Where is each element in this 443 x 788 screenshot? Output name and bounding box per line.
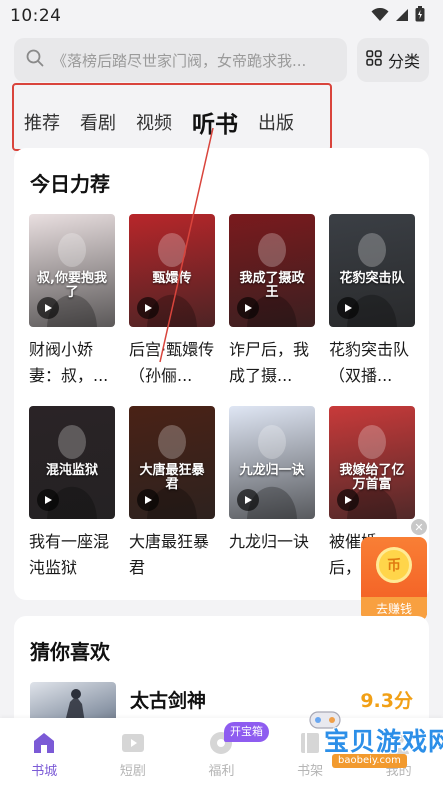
wifi-icon <box>371 7 389 26</box>
book-title[interactable]: 财阀小娇妻：叔，... <box>29 337 115 389</box>
today-picks-title: 今日力荐 <box>30 172 110 196</box>
search-placeholder: 《落榜后踏尽世家门阀，女帝跪求我... <box>52 51 307 70</box>
close-icon[interactable]: ✕ <box>411 519 427 535</box>
nav-short-drama[interactable]: 短剧 <box>89 718 178 788</box>
play-icon[interactable] <box>137 489 159 511</box>
play-icon[interactable] <box>237 297 259 319</box>
book-item[interactable]: 大唐最狂暴君 大唐最狂暴君 <box>129 406 215 581</box>
watermark-logo: 宝贝游戏网 baobeiy.com <box>296 704 443 774</box>
earn-money-widget[interactable]: ✕ 币 去赚钱 <box>361 519 427 621</box>
book-item[interactable]: 叔,你要抱我了财阀小娇妻：叔，... <box>29 214 115 389</box>
watermark-url: baobeiy.com <box>332 754 407 768</box>
book-cover[interactable]: 我成了摄政王 <box>229 214 315 327</box>
tab-video[interactable]: 视频 <box>136 109 172 135</box>
nav-label: 福利 <box>208 764 235 779</box>
tab-publishing[interactable]: 出版 <box>258 109 294 135</box>
book-title[interactable]: 诈尸后，我成了摄... <box>229 337 315 389</box>
cover-title-text: 花豹突击队 <box>339 271 405 286</box>
coin-icon: 币 <box>376 547 412 583</box>
book-title[interactable]: 花豹突击队（双播... <box>329 337 415 389</box>
play-icon[interactable] <box>337 297 359 319</box>
play-icon[interactable] <box>37 297 59 319</box>
book-title[interactable]: 我有一座混沌监狱 <box>29 529 115 581</box>
nav-label: 书城 <box>31 764 58 779</box>
book-item[interactable]: 我成了摄政王诈尸后，我成了摄... <box>229 214 315 389</box>
treasure-chest-badge[interactable]: 开宝箱 <box>224 722 269 742</box>
cover-title-text: 混沌监狱 <box>45 463 98 478</box>
play-icon[interactable] <box>237 489 259 511</box>
guess-you-like-title: 猜你喜欢 <box>30 640 110 664</box>
book-title[interactable]: 九龙归一诀 <box>229 529 315 581</box>
category-label: 分类 <box>387 52 420 71</box>
guess-book-title[interactable]: 太古剑神 <box>130 686 206 713</box>
book-item[interactable]: 九龙归一诀 九龙归一诀 <box>229 406 315 581</box>
book-cover[interactable]: 甄嬛传 <box>129 214 215 327</box>
play-icon[interactable] <box>137 297 159 319</box>
video-icon <box>120 730 146 756</box>
tab-recommend[interactable]: 推荐 <box>24 109 60 135</box>
book-cover[interactable]: 九龙归一诀 <box>229 406 315 519</box>
status-icons <box>371 6 425 26</box>
nav-bookstore[interactable]: 书城 <box>0 718 89 788</box>
tab-drama[interactable]: 看剧 <box>80 109 116 135</box>
battery-icon <box>415 6 425 26</box>
cover-title-text: 甄嬛传 <box>152 271 192 286</box>
book-item[interactable]: 混沌监狱我有一座混沌监狱 <box>29 406 115 581</box>
tab-audiobook[interactable]: 听书 <box>192 105 238 139</box>
status-time: 10:24 <box>10 6 62 26</box>
book-title[interactable]: 后宫·甄嬛传（孙俪... <box>129 337 215 389</box>
book-item[interactable]: 花豹突击队花豹突击队（双播... <box>329 214 415 389</box>
bookstore-icon <box>31 730 57 756</box>
category-tabs: 推荐 看剧 视频 听书 出版 <box>14 92 334 152</box>
cover-title-text: 九龙归一诀 <box>239 463 305 478</box>
play-icon[interactable] <box>37 489 59 511</box>
book-cover[interactable]: 大唐最狂暴君 <box>129 406 215 519</box>
book-title[interactable]: 大唐最狂暴君 <box>129 529 215 581</box>
earn-money-body: 币 去赚钱 <box>361 537 427 621</box>
today-picks-card: 今日力荐 叔,你要抱我了 财阀小娇妻：叔，... 甄嬛传 后宫·甄嬛传（孙俪... 我成… <box>14 148 429 600</box>
grid-icon <box>366 50 382 70</box>
search-row: 《落榜后踏尽世家门阀，女帝跪求我... 分类 <box>14 38 429 82</box>
signal-icon <box>395 7 409 26</box>
search-icon <box>26 49 44 71</box>
book-cover[interactable]: 混沌监狱 <box>29 406 115 519</box>
book-cover[interactable]: 叔,你要抱我了 <box>29 214 115 327</box>
book-item[interactable]: 甄嬛传后宫·甄嬛传（孙俪... <box>129 214 215 389</box>
nav-label: 短剧 <box>119 764 146 779</box>
watermark-text: 宝贝游戏网 <box>324 727 443 756</box>
book-cover[interactable]: 我嫁给了亿万首富 <box>329 406 415 519</box>
book-cover[interactable]: 花豹突击队 <box>329 214 415 327</box>
search-input[interactable]: 《落榜后踏尽世家门阀，女帝跪求我... <box>14 38 347 82</box>
status-bar: 10:24 <box>0 0 443 32</box>
category-button[interactable]: 分类 <box>357 38 429 82</box>
play-icon[interactable] <box>337 489 359 511</box>
